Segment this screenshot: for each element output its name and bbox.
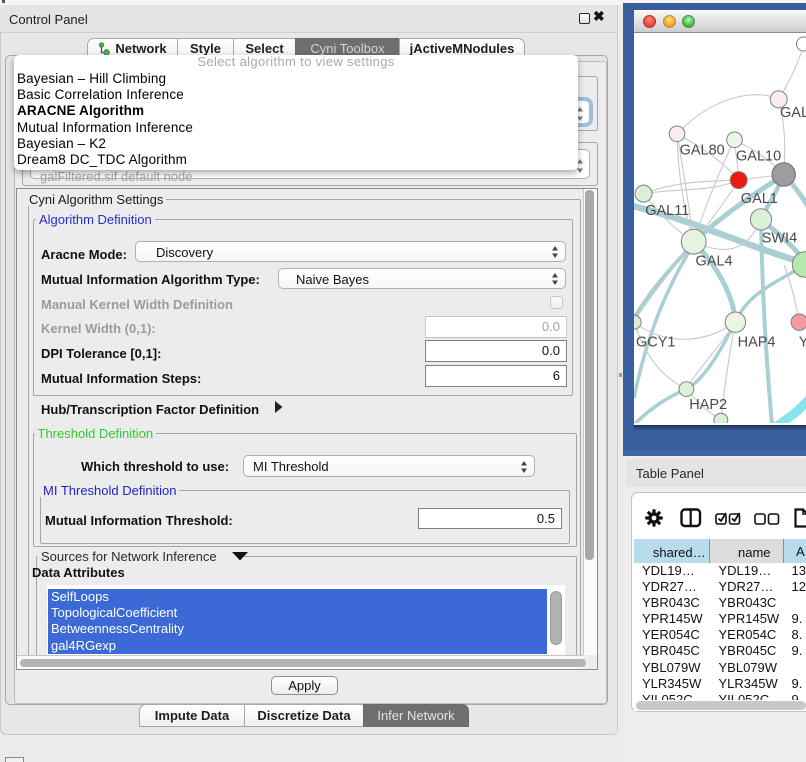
svg-text:GAL1: GAL1 — [741, 191, 778, 207]
svg-text:GAL11: GAL11 — [645, 203, 689, 219]
svg-text:HAP4: HAP4 — [738, 334, 776, 350]
svg-text:GAL80: GAL80 — [680, 143, 725, 159]
svg-text:GAL2: GAL2 — [780, 105, 806, 121]
svg-text:GAL4: GAL4 — [696, 254, 733, 270]
svg-text:GCY1: GCY1 — [636, 334, 676, 350]
svg-text:SWI4: SWI4 — [762, 231, 797, 247]
svg-text:GAL10: GAL10 — [736, 148, 781, 164]
svg-text:Y: Y — [799, 334, 806, 350]
svg-text:HAP2: HAP2 — [689, 397, 727, 413]
